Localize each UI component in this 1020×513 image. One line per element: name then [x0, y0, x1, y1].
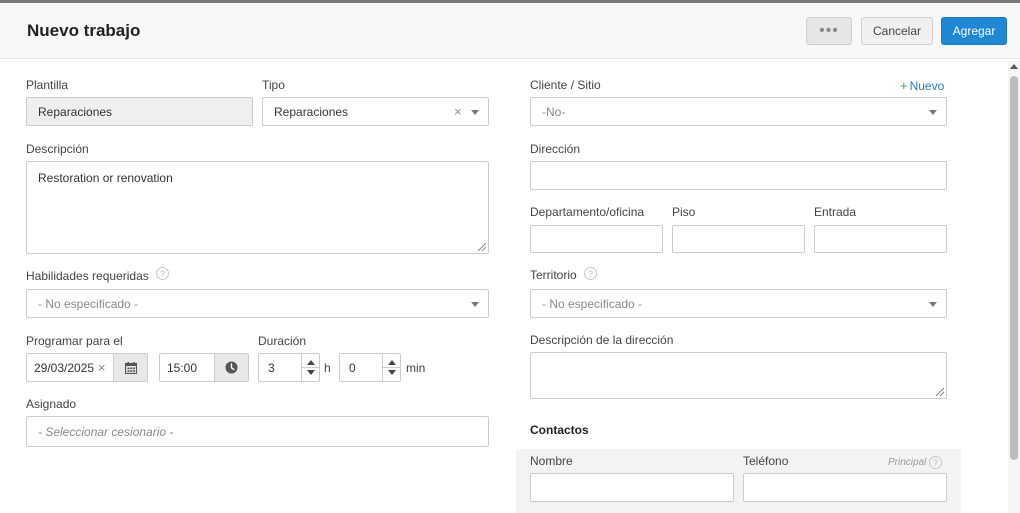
tipo-label: Tipo	[262, 78, 285, 92]
add-button[interactable]: Agregar	[941, 17, 1007, 45]
cancel-button[interactable]: Cancelar	[861, 17, 933, 45]
tipo-value: Reparaciones	[274, 105, 349, 119]
minutes-spinner[interactable]	[382, 354, 401, 381]
habilidades-placeholder: - No especificado -	[38, 297, 139, 311]
territorio-placeholder: - No especificado -	[542, 297, 643, 311]
spinner-down-icon[interactable]	[388, 370, 396, 375]
more-options-button[interactable]: •••	[806, 17, 852, 45]
chevron-down-icon	[929, 110, 937, 115]
habilidades-select[interactable]: - No especificado -	[26, 289, 489, 318]
chevron-down-icon	[929, 302, 937, 307]
departamento-input[interactable]	[530, 225, 663, 253]
contact-telefono-input[interactable]	[743, 473, 947, 502]
entrada-input[interactable]	[814, 225, 947, 253]
minutes-value: 0	[349, 361, 356, 375]
contact-nombre-input[interactable]	[530, 473, 734, 502]
descripcion-value: Restoration or renovation	[38, 171, 173, 185]
calendar-icon[interactable]	[113, 354, 147, 381]
chevron-down-icon	[471, 110, 479, 115]
chevron-down-icon	[471, 302, 479, 307]
hours-stepper[interactable]: 3	[258, 353, 320, 382]
plantilla-label: Plantilla	[26, 78, 69, 92]
spinner-up-icon[interactable]	[388, 360, 396, 365]
contact-nombre-label: Nombre	[530, 454, 573, 468]
dialog-header: Nuevo trabajo ••• Cancelar Agregar	[0, 3, 1020, 59]
descripcion-direccion-textarea[interactable]	[530, 352, 947, 399]
descripcion-direccion-label: Descripción de la dirección	[530, 333, 674, 347]
plus-icon: +	[900, 78, 908, 93]
cliente-value: -No-	[542, 105, 566, 119]
time-input[interactable]: 15:00	[159, 353, 249, 382]
cliente-label: Cliente / Sitio	[530, 78, 601, 92]
descripcion-label: Descripción	[26, 142, 89, 156]
clear-icon[interactable]: ×	[454, 104, 462, 119]
piso-input[interactable]	[672, 225, 805, 253]
habilidades-label: Habilidades requeridas	[26, 269, 149, 283]
principal-label: Principal	[888, 457, 927, 468]
territorio-label: Territorio	[530, 268, 577, 282]
spinner-down-icon[interactable]	[307, 370, 315, 375]
territorio-select[interactable]: - No especificado -	[530, 289, 947, 318]
scrollbar-thumb[interactable]	[1010, 76, 1018, 460]
minutes-unit: min	[406, 361, 426, 375]
contactos-heading: Contactos	[530, 423, 589, 437]
clock-icon[interactable]	[214, 354, 248, 381]
tipo-select[interactable]: Reparaciones ×	[262, 97, 489, 126]
plantilla-field: Reparaciones	[26, 97, 253, 126]
spinner-up-icon[interactable]	[307, 360, 315, 365]
time-value: 15:00	[167, 361, 198, 375]
minutes-stepper[interactable]: 0	[339, 353, 401, 382]
hours-value: 3	[268, 361, 275, 375]
cliente-select[interactable]: -No-	[530, 97, 947, 126]
clear-date-icon[interactable]: ×	[98, 360, 106, 375]
page-title: Nuevo trabajo	[27, 21, 141, 40]
new-client-label: Nuevo	[909, 79, 945, 93]
contact-telefono-label: Teléfono	[743, 454, 789, 468]
duracion-label: Duración	[258, 334, 307, 348]
direccion-label: Dirección	[530, 142, 581, 156]
hours-unit: h	[324, 361, 331, 375]
resize-handle-icon[interactable]	[936, 388, 944, 396]
help-icon[interactable]: ?	[584, 267, 597, 280]
departamento-label: Departamento/oficina	[530, 205, 645, 219]
help-icon[interactable]: ?	[929, 456, 942, 469]
asignado-label: Asignado	[26, 397, 77, 411]
asignado-placeholder: - Seleccionar cesionario -	[38, 425, 174, 439]
asignado-select[interactable]: - Seleccionar cesionario -	[26, 416, 489, 447]
piso-label: Piso	[672, 205, 696, 219]
hours-spinner[interactable]	[301, 354, 320, 381]
date-value: 29/03/2025	[34, 361, 95, 375]
new-client-link[interactable]: + Nuevo	[900, 78, 944, 93]
resize-handle-icon[interactable]	[478, 243, 486, 251]
date-input[interactable]: 29/03/2025 ×	[26, 353, 148, 382]
entrada-label: Entrada	[814, 205, 857, 219]
descripcion-textarea[interactable]: Restoration or renovation	[26, 161, 489, 254]
programar-label: Programar para el	[26, 334, 123, 348]
plantilla-value: Reparaciones	[38, 105, 113, 119]
help-icon[interactable]: ?	[156, 267, 169, 280]
scroll-up-arrow-icon[interactable]	[1010, 64, 1018, 69]
direccion-input[interactable]	[530, 161, 947, 190]
